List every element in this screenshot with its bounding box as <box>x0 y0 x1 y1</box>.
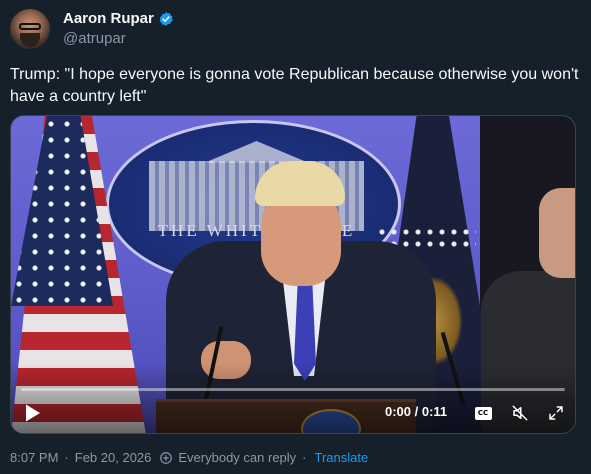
avatar[interactable] <box>10 9 50 49</box>
tweet-header: Aaron Rupar @atrupar <box>10 9 174 49</box>
handle[interactable]: @atrupar <box>63 29 174 49</box>
display-name[interactable]: Aaron Rupar <box>63 9 154 29</box>
verified-badge-icon <box>159 12 173 26</box>
tweet-meta: 8:07 PM · Feb 20, 2026 Everybody can rep… <box>10 450 368 465</box>
fullscreen-button[interactable] <box>544 401 568 425</box>
translate-link[interactable]: Translate <box>315 450 369 465</box>
play-button[interactable] <box>21 401 45 425</box>
seal-roof <box>204 141 309 163</box>
captions-icon: CC <box>474 406 492 420</box>
video-frame[interactable]: THE WHITE HOUSE WASHINGTON <box>11 116 575 433</box>
bystander-head <box>539 188 575 278</box>
tweet-time[interactable]: 8:07 PM <box>10 450 58 465</box>
video-controls: 0:00 / 0:11 CC <box>11 401 575 425</box>
author-names: Aaron Rupar @atrupar <box>63 9 174 49</box>
mute-button[interactable] <box>508 401 532 425</box>
mute-icon <box>512 405 528 421</box>
meta-separator-2: · <box>302 450 307 465</box>
tweet-date[interactable]: Feb 20, 2026 <box>75 450 152 465</box>
tweet-text: Trump: "I hope everyone is gonna vote Re… <box>10 66 579 105</box>
video-time: 0:00 / 0:11 <box>385 404 448 419</box>
captions-button[interactable]: CC <box>473 403 493 423</box>
avatar-beard <box>20 33 40 47</box>
play-icon <box>26 404 40 422</box>
reply-setting: Everybody can reply <box>178 450 297 465</box>
reply-settings-icon <box>160 451 173 464</box>
avatar-glasses <box>19 23 41 30</box>
video-progress-bar[interactable] <box>21 388 565 391</box>
fullscreen-icon <box>549 406 563 420</box>
video-player[interactable]: THE WHITE HOUSE WASHINGTON 0:00 / 0:11 <box>10 115 576 434</box>
name-row: Aaron Rupar <box>63 9 174 29</box>
meta-separator: · <box>64 450 69 465</box>
